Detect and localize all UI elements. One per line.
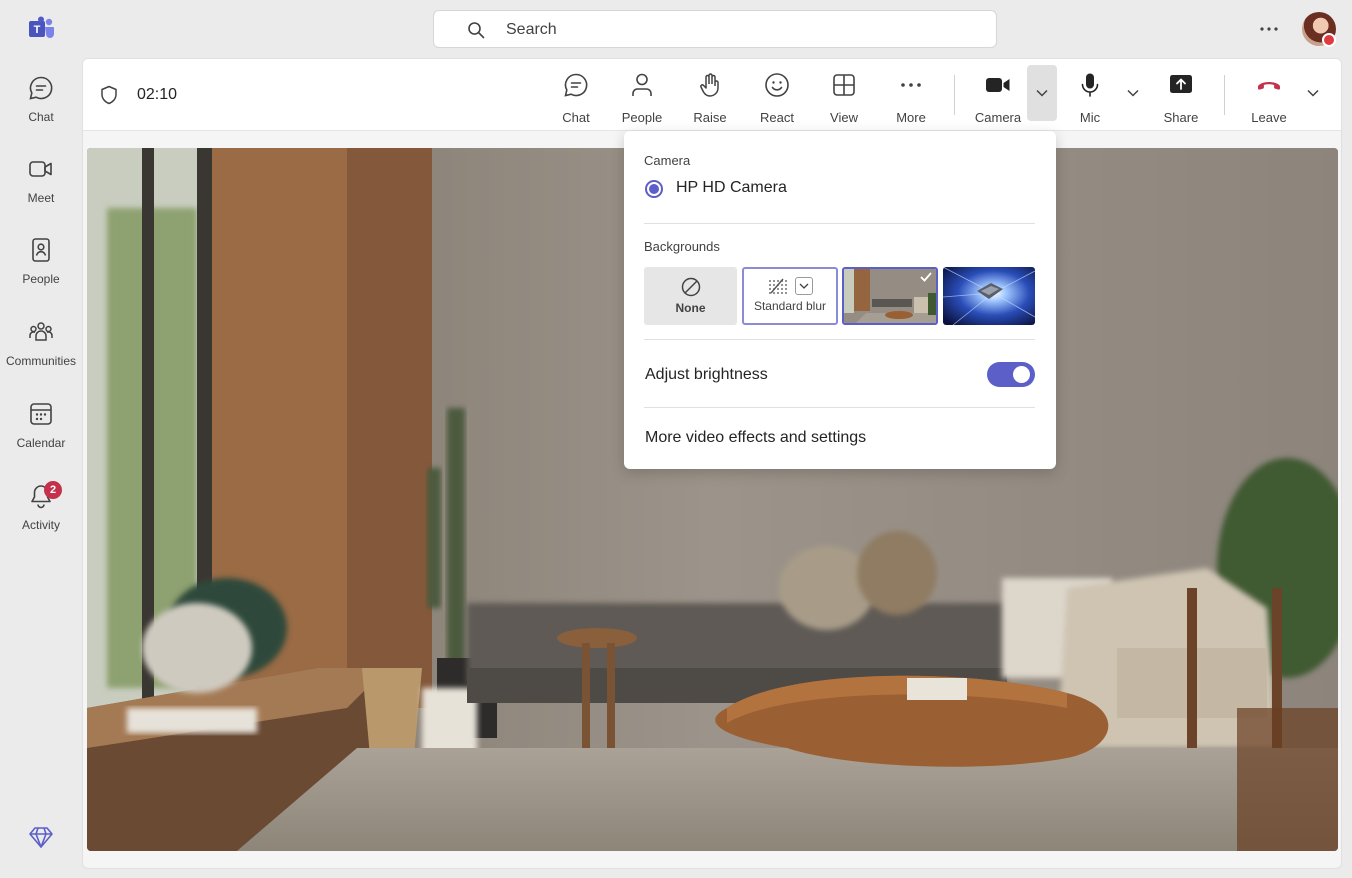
people-label: People	[621, 110, 663, 125]
divider	[644, 407, 1035, 408]
leave-label: Leave	[1251, 110, 1287, 125]
camera-radio-selected[interactable]	[645, 180, 663, 198]
share-label: Share	[1163, 110, 1199, 125]
background-blur-option[interactable]: Standard blur	[742, 267, 838, 325]
background-none-option[interactable]: None	[644, 267, 737, 325]
premium-diamond-icon[interactable]	[28, 824, 54, 850]
background-living-room-option[interactable]	[842, 267, 938, 325]
view-button[interactable]: View	[826, 59, 862, 131]
camera-options-dropdown[interactable]	[1027, 65, 1057, 121]
backgrounds-heading: Backgrounds	[644, 239, 720, 254]
background-blur-label: Standard blur	[753, 299, 827, 313]
svg-text:T: T	[34, 24, 41, 36]
smiley-icon	[765, 73, 789, 97]
chat-icon	[29, 76, 53, 100]
background-none-label: None	[675, 301, 706, 315]
view-label: View	[830, 110, 858, 125]
teams-logo-icon[interactable]: T	[27, 16, 55, 42]
adjust-brightness-label: Adjust brightness	[645, 366, 768, 383]
rail-item-meet[interactable]: Meet	[0, 153, 82, 225]
adjust-brightness-toggle[interactable]	[987, 362, 1035, 387]
prohibited-icon	[681, 277, 700, 297]
camera-device-name[interactable]: HP HD Camera	[676, 179, 787, 197]
calendar-icon	[30, 403, 52, 425]
search-placeholder: Search	[506, 21, 557, 38]
rail-item-communities[interactable]: Communities	[0, 316, 82, 388]
chevron-down-icon	[799, 283, 809, 289]
rail-label-calendar: Calendar	[16, 436, 66, 450]
blur-icon	[769, 278, 787, 294]
ellipsis-icon	[1260, 27, 1278, 31]
rail-label-chat: Chat	[28, 110, 54, 124]
react-button[interactable]: React	[757, 59, 797, 131]
mic-label: Mic	[1079, 110, 1101, 125]
activity-badge: 2	[44, 481, 62, 499]
background-space-option[interactable]	[943, 267, 1035, 325]
rail-item-calendar[interactable]: Calendar	[0, 398, 82, 470]
rail-label-communities: Communities	[5, 354, 77, 368]
chevron-down-icon	[1307, 89, 1319, 97]
grid-view-icon	[833, 74, 855, 96]
leave-button[interactable]: Leave	[1248, 59, 1290, 131]
raise-hand-icon	[700, 73, 719, 97]
settings-more-button[interactable]	[1254, 16, 1284, 42]
rail-item-activity[interactable]: 2 Activity	[0, 480, 82, 552]
divider	[644, 339, 1035, 340]
ellipsis-icon	[901, 83, 921, 87]
search-box[interactable]: Search	[433, 10, 997, 48]
communities-icon	[29, 322, 53, 341]
camera-options-flyout: Camera HP HD Camera Backgrounds None Sta…	[624, 131, 1056, 469]
rail-label-activity: Activity	[21, 518, 60, 532]
mic-options-dropdown[interactable]	[1118, 65, 1148, 121]
space-thumbnail	[943, 267, 1035, 325]
rail-item-people[interactable]: People	[0, 234, 82, 306]
search-icon	[468, 22, 485, 39]
camera-heading: Camera	[644, 153, 691, 168]
more-label: More	[896, 110, 926, 125]
video-camera-icon	[29, 161, 52, 177]
contact-book-icon	[32, 238, 50, 262]
shield-icon[interactable]	[99, 85, 119, 105]
microphone-icon	[1081, 73, 1099, 97]
presence-status-icon	[1322, 33, 1336, 47]
meeting-header: 02:10 Chat People Raise React View More …	[83, 59, 1341, 131]
more-actions-button[interactable]: More	[892, 59, 930, 131]
chevron-down-icon	[1036, 89, 1048, 97]
rail-label-people: People	[22, 272, 60, 286]
blur-type-dropdown[interactable]	[795, 277, 813, 295]
share-button[interactable]: Share	[1161, 59, 1201, 131]
more-video-effects-link[interactable]: More video effects and settings	[645, 429, 866, 447]
rail-item-chat[interactable]: Chat	[0, 72, 82, 144]
chevron-down-icon	[1127, 89, 1139, 97]
raise-hand-button[interactable]: Raise	[691, 59, 729, 131]
video-camera-icon	[986, 78, 1010, 92]
share-screen-icon	[1170, 75, 1192, 93]
camera-label: Camera	[974, 110, 1022, 125]
camera-button[interactable]: Camera	[974, 59, 1022, 131]
chat-icon	[564, 73, 588, 97]
toolbar-divider	[1224, 75, 1225, 115]
toolbar-divider	[954, 75, 955, 115]
chat-button[interactable]: Chat	[557, 59, 595, 131]
person-icon	[632, 73, 652, 96]
meeting-timer: 02:10	[137, 86, 178, 103]
mic-button[interactable]: Mic	[1073, 59, 1107, 131]
chat-label: Chat	[562, 110, 590, 125]
app-rail: T Chat Meet People Communities Calendar …	[0, 0, 82, 878]
checkmark-icon	[920, 272, 932, 282]
people-button[interactable]: People	[620, 59, 664, 131]
rail-label-meet: Meet	[27, 191, 55, 205]
hang-up-icon	[1258, 82, 1280, 90]
divider	[644, 223, 1035, 224]
raise-label: Raise	[693, 110, 727, 125]
leave-options-dropdown[interactable]	[1298, 65, 1328, 121]
react-label: React	[760, 110, 794, 125]
